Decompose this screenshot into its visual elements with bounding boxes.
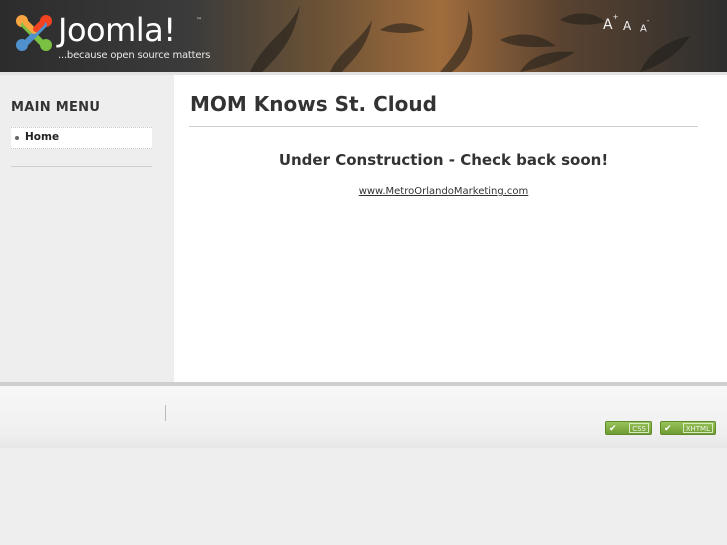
xhtml-valid-badge[interactable]: ✔ XHTML (660, 421, 716, 435)
site-header: Joomla! ™ ...because open source matters… (0, 0, 727, 72)
logo-tagline: ...because open source matters (58, 50, 211, 61)
main-menu: Home (11, 127, 152, 149)
website-link[interactable]: www.MetroOrlandoMarketing.com (189, 186, 698, 197)
font-reset-button[interactable]: A (623, 19, 631, 33)
logo-wordmark: Joomla! (58, 11, 176, 49)
css-badge-label: CSS (629, 423, 649, 433)
font-decrease-button[interactable]: A- (640, 17, 649, 34)
font-increase-button[interactable]: A+ (603, 13, 618, 33)
css-valid-badge[interactable]: ✔ CSS (605, 421, 652, 435)
title-divider (189, 126, 698, 127)
bullet-icon (15, 136, 19, 140)
page-title: MOM Knows St. Cloud (190, 92, 437, 116)
logo-trademark: ™ (196, 17, 202, 24)
footer-separator (165, 405, 166, 421)
joomla-logo-icon (16, 15, 52, 51)
sidebar-divider (11, 166, 152, 167)
xhtml-badge-label: XHTML (682, 423, 713, 433)
checkmark-icon: ✔ (664, 424, 672, 434)
checkmark-icon: ✔ (609, 424, 617, 434)
main-menu-title: MAIN MENU (11, 100, 101, 115)
page-background (0, 448, 727, 545)
menu-item-home[interactable]: Home (25, 131, 59, 143)
main-content: MOM Knows St. Cloud Under Construction -… (174, 72, 727, 382)
site-footer: ✔ CSS ✔ XHTML (0, 386, 727, 448)
construction-notice: Under Construction - Check back soon! (278, 151, 609, 169)
left-sidebar: MAIN MENU Home (0, 72, 174, 382)
